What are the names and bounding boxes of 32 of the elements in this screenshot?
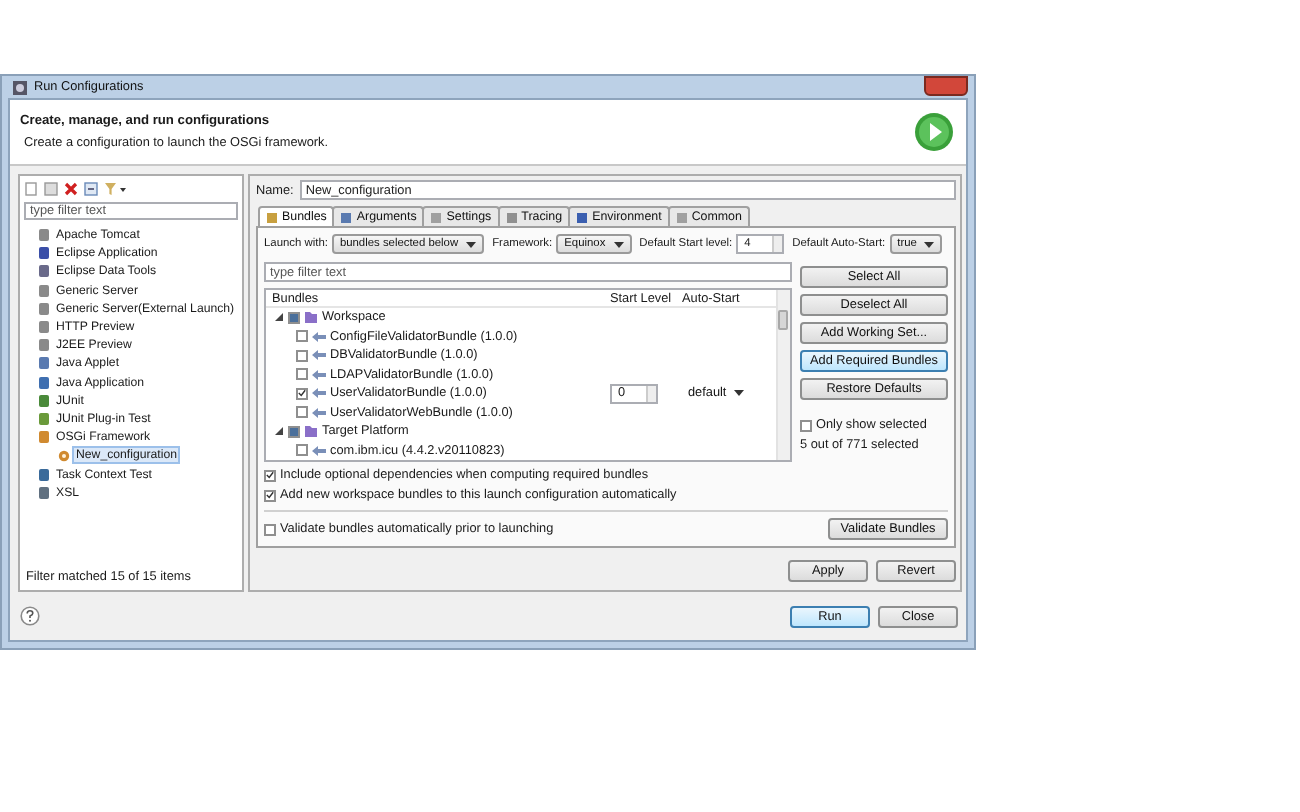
tab-icon [576, 211, 589, 223]
window-icon [12, 79, 28, 95]
delete-icon[interactable] [64, 182, 78, 196]
checkbox[interactable] [264, 469, 276, 481]
checkbox[interactable] [296, 330, 308, 343]
tab-icon [266, 211, 278, 223]
checkbox[interactable] [288, 425, 300, 438]
expand-icon[interactable] [274, 312, 284, 323]
tab-icon [340, 211, 353, 223]
caret-icon [734, 390, 745, 397]
checkbox[interactable] [264, 523, 276, 535]
scrollbar[interactable] [776, 290, 790, 460]
folder-icon [304, 310, 318, 325]
help-icon[interactable] [20, 606, 40, 626]
filter-icon[interactable] [104, 182, 126, 196]
checkbox[interactable] [296, 406, 308, 419]
caret-icon [613, 241, 624, 247]
checkbox[interactable] [296, 349, 308, 362]
collapse-icon[interactable] [84, 182, 98, 196]
tab-icon [505, 211, 518, 223]
checkbox[interactable] [296, 368, 308, 381]
caret-icon [466, 241, 477, 247]
plugin-icon [312, 445, 326, 456]
expand-icon[interactable] [274, 426, 284, 437]
checkbox[interactable] [264, 489, 276, 501]
checkbox[interactable] [288, 311, 300, 324]
run-icon [914, 112, 954, 152]
checkbox[interactable] [296, 387, 308, 400]
checkbox[interactable] [800, 419, 812, 431]
folder-icon [304, 424, 318, 439]
caret-icon [924, 241, 935, 247]
checkbox[interactable] [296, 444, 308, 457]
